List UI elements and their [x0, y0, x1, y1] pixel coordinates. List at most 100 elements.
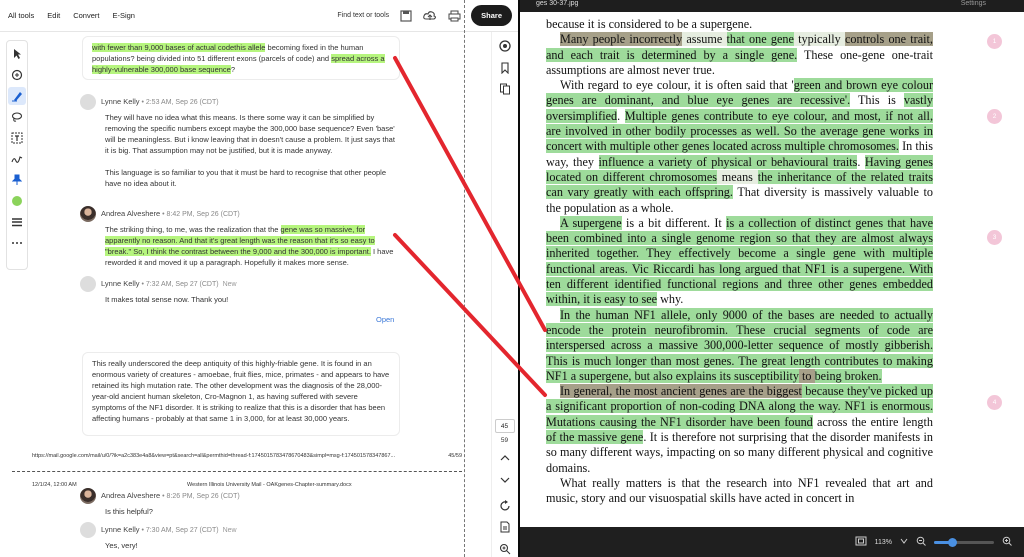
- document-page: because it is considered to be a superge…: [546, 17, 934, 507]
- quoted-highlight-card[interactable]: with fewer than 9,000 bases of actual co…: [82, 36, 400, 80]
- text-run: In general, the most ancient genes are t…: [560, 384, 802, 399]
- annotation-marker[interactable]: 2: [987, 109, 1002, 124]
- text-run: A supergene: [560, 215, 622, 230]
- comment-add-icon[interactable]: [8, 66, 26, 84]
- comment-reply: Lynne Kelly • 7:30 AM, Sep 27 (CDT) New Y…: [80, 522, 400, 551]
- paragraph: Many people incorrectly assume that one …: [546, 32, 933, 78]
- menu-edit[interactable]: Edit: [47, 11, 60, 20]
- comment-body: It makes total sense now. Thank you!: [105, 295, 229, 304]
- comments-panel: with fewer than 9,000 bases of actual co…: [80, 32, 480, 557]
- annotation-marker[interactable]: 4: [987, 395, 1002, 410]
- page-total: 59: [500, 437, 509, 445]
- ai-assistant-icon[interactable]: [497, 38, 513, 54]
- print-icon[interactable]: [447, 9, 461, 23]
- text-run: This is: [850, 93, 904, 108]
- acrobat-panel: All tools Edit Convert E-Sign Find text …: [0, 0, 518, 557]
- save-icon[interactable]: [399, 9, 413, 23]
- select-cursor-icon[interactable]: [8, 45, 26, 63]
- text-run: .: [857, 154, 865, 169]
- text-run: assume: [682, 32, 727, 47]
- print-date: 12/1/24, 12:00 AM: [32, 482, 77, 488]
- comment-body: Yes, very!: [105, 541, 138, 550]
- print-title: Western Illinois University Mail - OAKge…: [187, 482, 352, 488]
- annotation-marker[interactable]: 3: [987, 230, 1002, 245]
- viewer-titlebar: ges 30-37.jpg Settings: [520, 0, 1024, 12]
- bookmark-icon[interactable]: [497, 60, 513, 76]
- print-footer: 12/1/24, 12:00 AM Western Illinois Univer…: [32, 482, 462, 488]
- comment-paragraph: This language is so familiar to you that…: [105, 168, 386, 188]
- find-text-tools[interactable]: Find text or tools: [337, 12, 389, 19]
- print-page: 45/59: [448, 453, 462, 459]
- summary-card[interactable]: This really underscored the deep antiqui…: [82, 352, 400, 436]
- text-run: to: [798, 368, 815, 383]
- top-toolbar: All tools Edit Convert E-Sign Find text …: [0, 0, 518, 32]
- highlight-text: with fewer than 9,000 bases of actual co…: [92, 43, 266, 52]
- page-edge-line: [464, 0, 465, 557]
- comment-reply: Andrea Alveshere • 8:26 PM, Sep 26 (CDT)…: [80, 488, 400, 517]
- refresh-icon[interactable]: [497, 498, 513, 514]
- settings-link[interactable]: Settings: [961, 0, 986, 7]
- more-options-icon[interactable]: [8, 234, 26, 252]
- fit-screen-icon[interactable]: [855, 536, 867, 548]
- avatar: [80, 522, 96, 538]
- comment-author: Andrea Alveshere: [101, 209, 161, 218]
- zoom-slider[interactable]: [934, 537, 994, 547]
- right-rail: 45 59: [491, 32, 517, 557]
- paragraph: In general, the most ancient genes are t…: [546, 384, 933, 476]
- zoom-out-icon[interactable]: [916, 536, 926, 548]
- avatar: [80, 206, 96, 222]
- page-number-input[interactable]: 45: [494, 419, 515, 434]
- zoom-in-icon[interactable]: [497, 541, 513, 557]
- comment-body: The striking thing, to me, was the reali…: [80, 224, 400, 268]
- comment-body: They will have no idea what this means. …: [80, 112, 400, 189]
- document-icon[interactable]: [497, 519, 513, 535]
- highlight-pen-icon[interactable]: [8, 87, 26, 105]
- menu-esign[interactable]: E-Sign: [112, 11, 135, 20]
- zoom-in-icon[interactable]: [1002, 536, 1012, 548]
- menu-convert[interactable]: Convert: [73, 11, 99, 20]
- zoom-level[interactable]: 113%: [875, 539, 892, 546]
- comment-body: Is this helpful?: [105, 507, 153, 516]
- tool-rail: [6, 40, 28, 270]
- comment-time: • 7:30 AM, Sep 27 (CDT): [139, 527, 219, 534]
- cloud-upload-icon[interactable]: [423, 9, 437, 23]
- text-run: Many people incorrectly: [560, 32, 683, 47]
- share-button[interactable]: Share: [471, 5, 512, 26]
- chevron-down-icon[interactable]: [497, 472, 513, 488]
- color-swatch-icon[interactable]: [8, 192, 26, 210]
- comment-time: • 2:53 AM, Sep 26 (CDT): [139, 99, 219, 106]
- avatar: [80, 94, 96, 110]
- annotation-marker[interactable]: 1: [987, 34, 1002, 49]
- print-url-header: https://mail.google.com/mail/u/0/?ik=a2c…: [32, 453, 462, 459]
- text-run: being broken.: [814, 368, 882, 383]
- open-link[interactable]: Open: [376, 315, 394, 324]
- avatar: [80, 488, 96, 504]
- comment-time: • 8:26 PM, Sep 26 (CDT): [160, 493, 240, 500]
- text-run: influence a variety of physical or behav…: [598, 154, 858, 169]
- text-run: is a bit different. It: [621, 215, 727, 230]
- comment-reply: Lynne Kelly • 7:32 AM, Sep 27 (CDT) New I…: [80, 276, 400, 305]
- comment-reply: Andrea Alveshere • 8:42 PM, Sep 26 (CDT)…: [80, 206, 400, 268]
- line-weight-icon[interactable]: [8, 213, 26, 231]
- paragraph: A supergene is a bit different. It is a …: [546, 215, 934, 308]
- comment-author: Andrea Alveshere: [101, 491, 161, 500]
- chevron-down-icon[interactable]: [900, 538, 908, 546]
- viewer-statusbar: 113%: [520, 527, 1024, 557]
- text-run: why.: [657, 292, 684, 307]
- text-box-icon[interactable]: [8, 129, 26, 147]
- paragraph: What really matters is that the research…: [546, 475, 933, 506]
- print-url: https://mail.google.com/mail/u/0/?ik=a2c…: [32, 453, 396, 459]
- text-run: controls one trait,: [844, 32, 933, 47]
- pin-icon[interactable]: [8, 171, 26, 189]
- image-viewer: ges 30-37.jpg Settings 1 2 3 4 because it…: [520, 0, 1024, 557]
- pages-icon[interactable]: [497, 82, 513, 98]
- lasso-draw-icon[interactable]: [8, 108, 26, 126]
- sign-icon[interactable]: [8, 150, 26, 168]
- comment-time: • 8:42 PM, Sep 26 (CDT): [160, 211, 240, 218]
- menu-all-tools[interactable]: All tools: [8, 11, 34, 20]
- page-break-line: [12, 471, 462, 472]
- text-run: of the massive gene: [546, 430, 644, 445]
- avatar: [80, 276, 96, 292]
- text-run: With regard to eye colour, it is often s…: [560, 78, 794, 93]
- chevron-up-icon[interactable]: [497, 450, 513, 466]
